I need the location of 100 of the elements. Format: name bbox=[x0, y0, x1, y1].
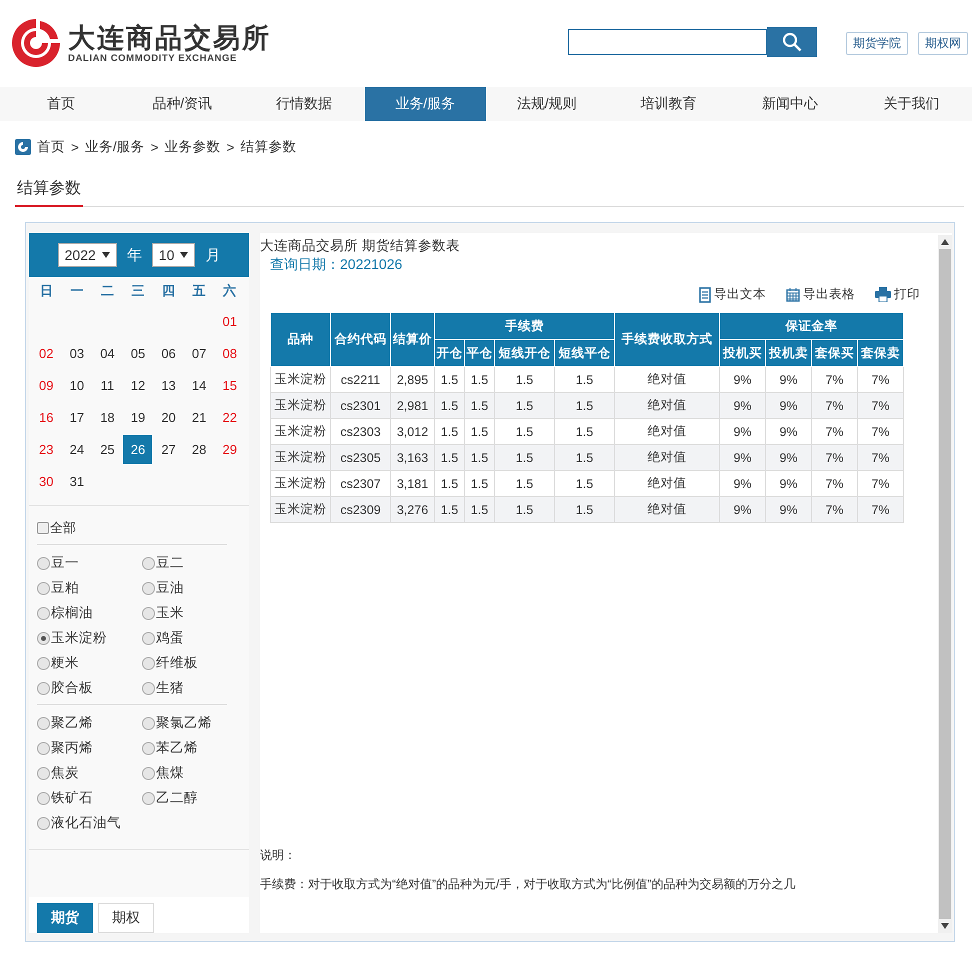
weekday-label: 四 bbox=[162, 282, 176, 300]
calendar-day[interactable]: 28 bbox=[184, 434, 214, 464]
calendar-day[interactable]: 04 bbox=[92, 338, 122, 368]
calendar-day[interactable]: 24 bbox=[62, 434, 92, 464]
calendar-day[interactable]: 01 bbox=[215, 306, 244, 336]
calendar-day[interactable]: 20 bbox=[154, 402, 184, 432]
column-header: 手续费 bbox=[434, 312, 614, 340]
product-radio[interactable]: 玉米淀粉 bbox=[37, 628, 142, 648]
toolbar-link[interactable]: 导出表格 bbox=[803, 286, 855, 303]
scrollbar[interactable] bbox=[938, 235, 952, 933]
calendar-day[interactable]: 11 bbox=[92, 370, 122, 400]
calendar-day[interactable]: 25 bbox=[92, 434, 122, 464]
table-cell: 绝对值 bbox=[614, 444, 720, 470]
product-radio[interactable]: 焦炭 bbox=[37, 763, 142, 783]
toolbar-link[interactable]: 导出文本 bbox=[714, 286, 766, 303]
table-cell: 1.5 bbox=[434, 444, 464, 470]
product-radio[interactable]: 聚乙烯 bbox=[37, 713, 142, 733]
nav-tab[interactable]: 法规/规则 bbox=[486, 87, 608, 121]
product-radio[interactable]: 豆油 bbox=[142, 578, 227, 598]
all-checkbox[interactable]: 全部 bbox=[37, 518, 227, 538]
product-radio[interactable]: 豆二 bbox=[142, 553, 227, 573]
calendar-icon bbox=[786, 288, 800, 302]
calendar-day[interactable]: 10 bbox=[62, 370, 92, 400]
product-radio[interactable]: 豆粕 bbox=[37, 578, 142, 598]
calendar-day[interactable]: 18 bbox=[92, 402, 122, 432]
breadcrumb-link[interactable]: 业务/服务 bbox=[84, 138, 145, 156]
breadcrumb-link[interactable]: 业务参数 bbox=[164, 138, 221, 156]
year-select[interactable]: 2022 bbox=[58, 243, 117, 267]
calendar-day[interactable]: 29 bbox=[215, 434, 244, 464]
market-tab[interactable]: 期货 bbox=[37, 903, 93, 933]
weekday-label: 日 bbox=[40, 282, 53, 300]
product-radio[interactable]: 生猪 bbox=[142, 678, 227, 698]
calendar-day[interactable]: 08 bbox=[215, 338, 244, 368]
scroll-down-icon[interactable] bbox=[941, 923, 949, 929]
table-cell: 1.5 bbox=[554, 392, 614, 418]
calendar-day[interactable]: 15 bbox=[215, 370, 244, 400]
search-field[interactable] bbox=[568, 29, 767, 55]
year-label: 年 bbox=[126, 246, 142, 264]
market-tab[interactable]: 期权 bbox=[98, 903, 154, 933]
product-radio[interactable]: 玉米 bbox=[142, 603, 227, 623]
product-radio[interactable]: 鸡蛋 bbox=[142, 628, 227, 648]
calendar-day[interactable]: 06 bbox=[154, 338, 184, 368]
table-cell: 1.5 bbox=[554, 496, 614, 522]
calendar-day[interactable]: 23 bbox=[32, 434, 61, 464]
table-cell: 1.5 bbox=[464, 444, 494, 470]
calendar-day[interactable]: 09 bbox=[32, 370, 61, 400]
column-header: 投机买 bbox=[720, 340, 766, 366]
table-cell: 9% bbox=[766, 392, 812, 418]
nav-tab[interactable]: 培训教育 bbox=[608, 87, 729, 121]
calendar-day[interactable]: 21 bbox=[184, 402, 214, 432]
nav-tab[interactable]: 品种/资讯 bbox=[122, 87, 243, 121]
search-button[interactable] bbox=[767, 27, 817, 57]
calendar-day[interactable]: 30 bbox=[32, 466, 61, 496]
scroll-up-icon[interactable] bbox=[941, 239, 949, 245]
product-radio[interactable]: 胶合板 bbox=[37, 678, 142, 698]
product-radio[interactable]: 棕榈油 bbox=[37, 603, 142, 623]
header-link[interactable]: 期权网 bbox=[918, 32, 968, 54]
table-cell: 1.5 bbox=[494, 496, 554, 522]
calendar-day[interactable]: 03 bbox=[62, 338, 92, 368]
calendar-day[interactable]: 12 bbox=[123, 370, 152, 400]
table-cell: 绝对值 bbox=[614, 496, 720, 522]
product-radio[interactable]: 粳米 bbox=[37, 653, 142, 673]
calendar-day[interactable]: 27 bbox=[154, 434, 184, 464]
calendar-day[interactable]: 05 bbox=[123, 338, 152, 368]
calendar-day[interactable]: 07 bbox=[184, 338, 214, 368]
table-cell: 7% bbox=[812, 392, 858, 418]
nav-tab[interactable]: 首页 bbox=[0, 87, 122, 121]
calendar-day[interactable]: 14 bbox=[184, 370, 214, 400]
breadcrumb-link[interactable]: 首页 bbox=[37, 138, 65, 156]
calendar-day[interactable]: 26 bbox=[123, 434, 152, 464]
product-radio[interactable]: 苯乙烯 bbox=[142, 738, 227, 758]
table-cell: 1.5 bbox=[554, 444, 614, 470]
month-select[interactable]: 10 bbox=[152, 243, 196, 267]
product-radio[interactable]: 液化石油气 bbox=[37, 813, 142, 833]
caret-icon bbox=[102, 252, 110, 258]
product-radio[interactable]: 豆一 bbox=[37, 553, 142, 573]
toolbar-link[interactable]: 打印 bbox=[894, 286, 920, 303]
calendar-day[interactable]: 13 bbox=[154, 370, 184, 400]
product-radio[interactable]: 乙二醇 bbox=[142, 788, 227, 808]
product-radio[interactable]: 聚氯乙烯 bbox=[142, 713, 227, 733]
calendar-day[interactable]: 16 bbox=[32, 402, 61, 432]
nav-tab[interactable]: 行情数据 bbox=[243, 87, 364, 121]
weekday-label: 二 bbox=[100, 282, 114, 300]
nav-tab[interactable]: 新闻中心 bbox=[729, 87, 850, 121]
header-link[interactable]: 期货学院 bbox=[846, 32, 908, 54]
table-cell: 9% bbox=[766, 444, 812, 470]
product-radio[interactable]: 焦煤 bbox=[142, 763, 227, 783]
calendar-day[interactable]: 22 bbox=[215, 402, 244, 432]
nav-tab[interactable]: 关于我们 bbox=[850, 87, 972, 121]
table-cell: cs2301 bbox=[330, 392, 390, 418]
nav-tab[interactable]: 业务/服务 bbox=[364, 87, 486, 121]
calendar-day[interactable]: 02 bbox=[32, 338, 61, 368]
product-radio[interactable]: 聚丙烯 bbox=[37, 738, 142, 758]
calendar-day[interactable]: 17 bbox=[62, 402, 92, 432]
product-radio[interactable]: 纤维板 bbox=[142, 653, 227, 673]
product-radio[interactable]: 铁矿石 bbox=[37, 788, 142, 808]
calendar-day[interactable]: 19 bbox=[123, 402, 152, 432]
breadcrumb-link[interactable]: 结算参数 bbox=[240, 138, 296, 156]
logo-title: 大连商品交易所 bbox=[68, 22, 271, 52]
calendar-day[interactable]: 31 bbox=[62, 466, 92, 496]
